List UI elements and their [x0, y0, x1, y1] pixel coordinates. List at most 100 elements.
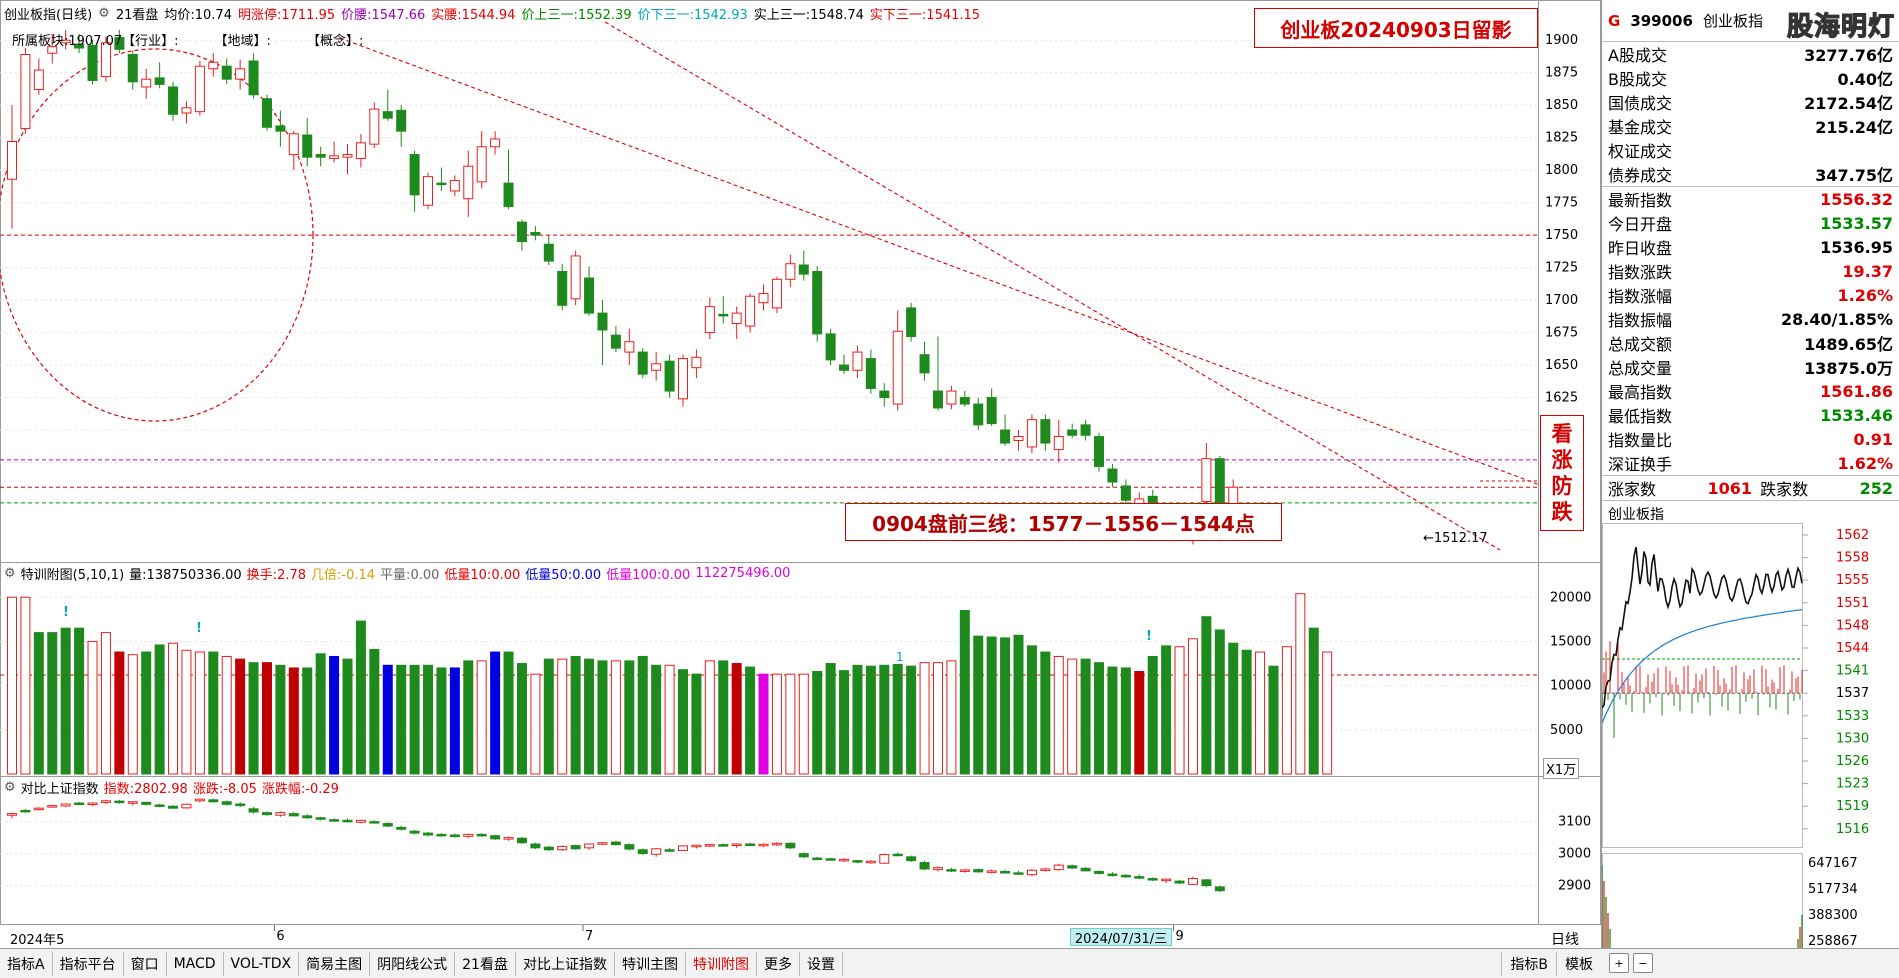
index-stat-row: 指数量比 0.91 — [1602, 427, 1899, 451]
compare-candle-body — [396, 826, 407, 830]
price-candle-body — [906, 307, 917, 337]
tab-10[interactable]: 特训附图 — [686, 951, 757, 976]
index-stat-row: 总成交额 1489.65亿 — [1602, 331, 1899, 355]
tab-12[interactable]: 设置 — [800, 951, 843, 976]
price-candle-body — [20, 53, 31, 130]
indicator-name[interactable]: 21看盘 — [116, 4, 159, 23]
zoom-in-icon[interactable]: + — [1609, 953, 1629, 973]
tab-7[interactable]: 21看盘 — [455, 951, 516, 976]
board-label: 所属板块: — [12, 34, 69, 49]
price-candle-body — [221, 65, 232, 80]
volume-tick-label: 20000 — [1550, 590, 1591, 605]
compare-candle-body — [47, 805, 58, 808]
volume-bar — [315, 653, 326, 775]
compare-candle-body — [691, 844, 702, 848]
tab-5[interactable]: 简易主图 — [299, 951, 371, 976]
volume-bar — [141, 651, 152, 775]
turnover-label: 债券成交 — [1608, 166, 1673, 185]
index-stat-label: 指数振幅 — [1608, 311, 1673, 330]
index-stat-value: 1.26% — [1837, 285, 1893, 305]
tab-2[interactable]: 窗口 — [124, 951, 167, 976]
price-candle-body — [745, 295, 756, 327]
vol-value: 138750336.00 — [146, 567, 242, 583]
industry-label[interactable]: 【行业】: — [122, 34, 178, 49]
mini-price-label: 1537 — [1836, 686, 1869, 701]
chart-canvas[interactable]: 1900187518501825180017751750172517001675… — [0, 0, 1601, 948]
index-stat-value: 19.37 — [1842, 261, 1893, 281]
price-candle-body — [1120, 485, 1131, 501]
concept-label[interactable]: 【概念】: — [307, 30, 363, 49]
volume-bar — [1134, 670, 1145, 775]
price-candle-body — [973, 403, 984, 426]
price-tick-label: 1750 — [1545, 228, 1578, 243]
vol-marker: 1 — [896, 650, 904, 664]
price-candle-body — [932, 390, 943, 409]
price-candle-body — [691, 356, 702, 369]
mini-vol-label: 647167 — [1808, 856, 1858, 871]
low10-value: 0.00 — [491, 567, 521, 583]
tab-8[interactable]: 对比上证指数 — [516, 951, 615, 976]
compare-candle-body — [181, 803, 192, 809]
tab-4[interactable]: VOL-TDX — [224, 951, 300, 976]
volume-bar — [7, 596, 17, 775]
turnover-value: 347.75亿 — [1815, 166, 1893, 185]
turnover-row: 债券成交 347.75亿 — [1602, 162, 1899, 186]
compare-candle-body — [60, 803, 71, 807]
volume-bar — [342, 658, 353, 775]
period-label[interactable]: 日线 — [1551, 929, 1579, 949]
vertical-char: 防 — [1551, 474, 1573, 498]
price-candle-body — [476, 146, 487, 183]
volume-bar — [1241, 649, 1252, 775]
volume-bar — [932, 662, 943, 775]
gear-icon[interactable]: ⚙ — [4, 566, 16, 581]
compare-candle-body — [100, 800, 111, 803]
compare-candle-body — [329, 819, 340, 822]
indicator-tab-bar: 指标A 指标平台 窗口 MACD VOL-TDX 简易主图 阴阳线公式 21看盘 对比上证指数特… — [0, 948, 1601, 978]
price-candle-body — [261, 98, 272, 128]
compare-candle-body — [20, 809, 31, 813]
compare-candle-body — [1161, 878, 1172, 882]
volume-bar — [1067, 658, 1078, 775]
compare-candle-body — [503, 837, 514, 840]
compare-title[interactable]: 对比上证指数 — [21, 778, 99, 797]
tab-template[interactable]: 模板 — [1556, 951, 1601, 976]
volume-bar — [771, 673, 782, 775]
index-stat-label: 最新指数 — [1608, 191, 1673, 210]
tab-indicator-b[interactable]: 指标B — [1501, 951, 1556, 976]
intraday-mini-chart[interactable]: 1562 1558 1555 1551 1548 1544 1541 1537 1533 1530… — [1601, 523, 1899, 978]
compare-candle-body — [785, 842, 796, 849]
region-label[interactable]: 【地域】: — [215, 30, 271, 49]
tab-11[interactable]: 更多 — [757, 951, 800, 976]
gear-icon[interactable]: ⚙ — [4, 780, 16, 795]
tab-1[interactable]: 指标平台 — [53, 951, 124, 976]
tab-0[interactable]: 指标A — [0, 951, 53, 976]
gear-icon[interactable]: ⚙ — [98, 6, 110, 21]
index-stat-label: 指数涨幅 — [1608, 287, 1673, 306]
price-candle-body — [879, 390, 890, 399]
price-up3-label: 价上三一: — [521, 7, 578, 23]
volume-title[interactable]: 特训附图(5,10,1) — [21, 564, 125, 583]
volume-bar — [168, 642, 179, 775]
vertical-char: 涨 — [1551, 448, 1573, 472]
tab-6[interactable]: 阴阳线公式 — [370, 951, 456, 976]
symbol-label[interactable]: 创业板指(日线) — [4, 4, 92, 23]
zoom-out-icon[interactable]: − — [1633, 953, 1653, 973]
index-stat-label: 总成交量 — [1608, 359, 1673, 378]
compare-candle-body — [423, 832, 434, 836]
index-stat-value: 1533.57 — [1820, 213, 1893, 233]
volume-bar — [1255, 651, 1266, 775]
tab-3[interactable]: MACD — [167, 951, 224, 976]
volume-bar — [1161, 645, 1172, 775]
volume-bar — [865, 665, 876, 775]
index-stat-row: 今日开盘 1533.57 — [1602, 211, 1899, 235]
compare-candle-body — [664, 849, 675, 852]
tab-9[interactable]: 特训主图 — [615, 951, 686, 976]
compare-candle-body — [852, 860, 863, 863]
turnover-value: 0.40亿 — [1837, 70, 1893, 89]
price-down3-value: 1542.93 — [693, 7, 748, 23]
price-candle-body — [785, 263, 796, 280]
price-candle-body — [584, 277, 595, 314]
vol-marker: ! — [63, 605, 69, 620]
index-stat-value: 1533.46 — [1820, 405, 1893, 425]
compare-candle-body — [141, 801, 152, 805]
